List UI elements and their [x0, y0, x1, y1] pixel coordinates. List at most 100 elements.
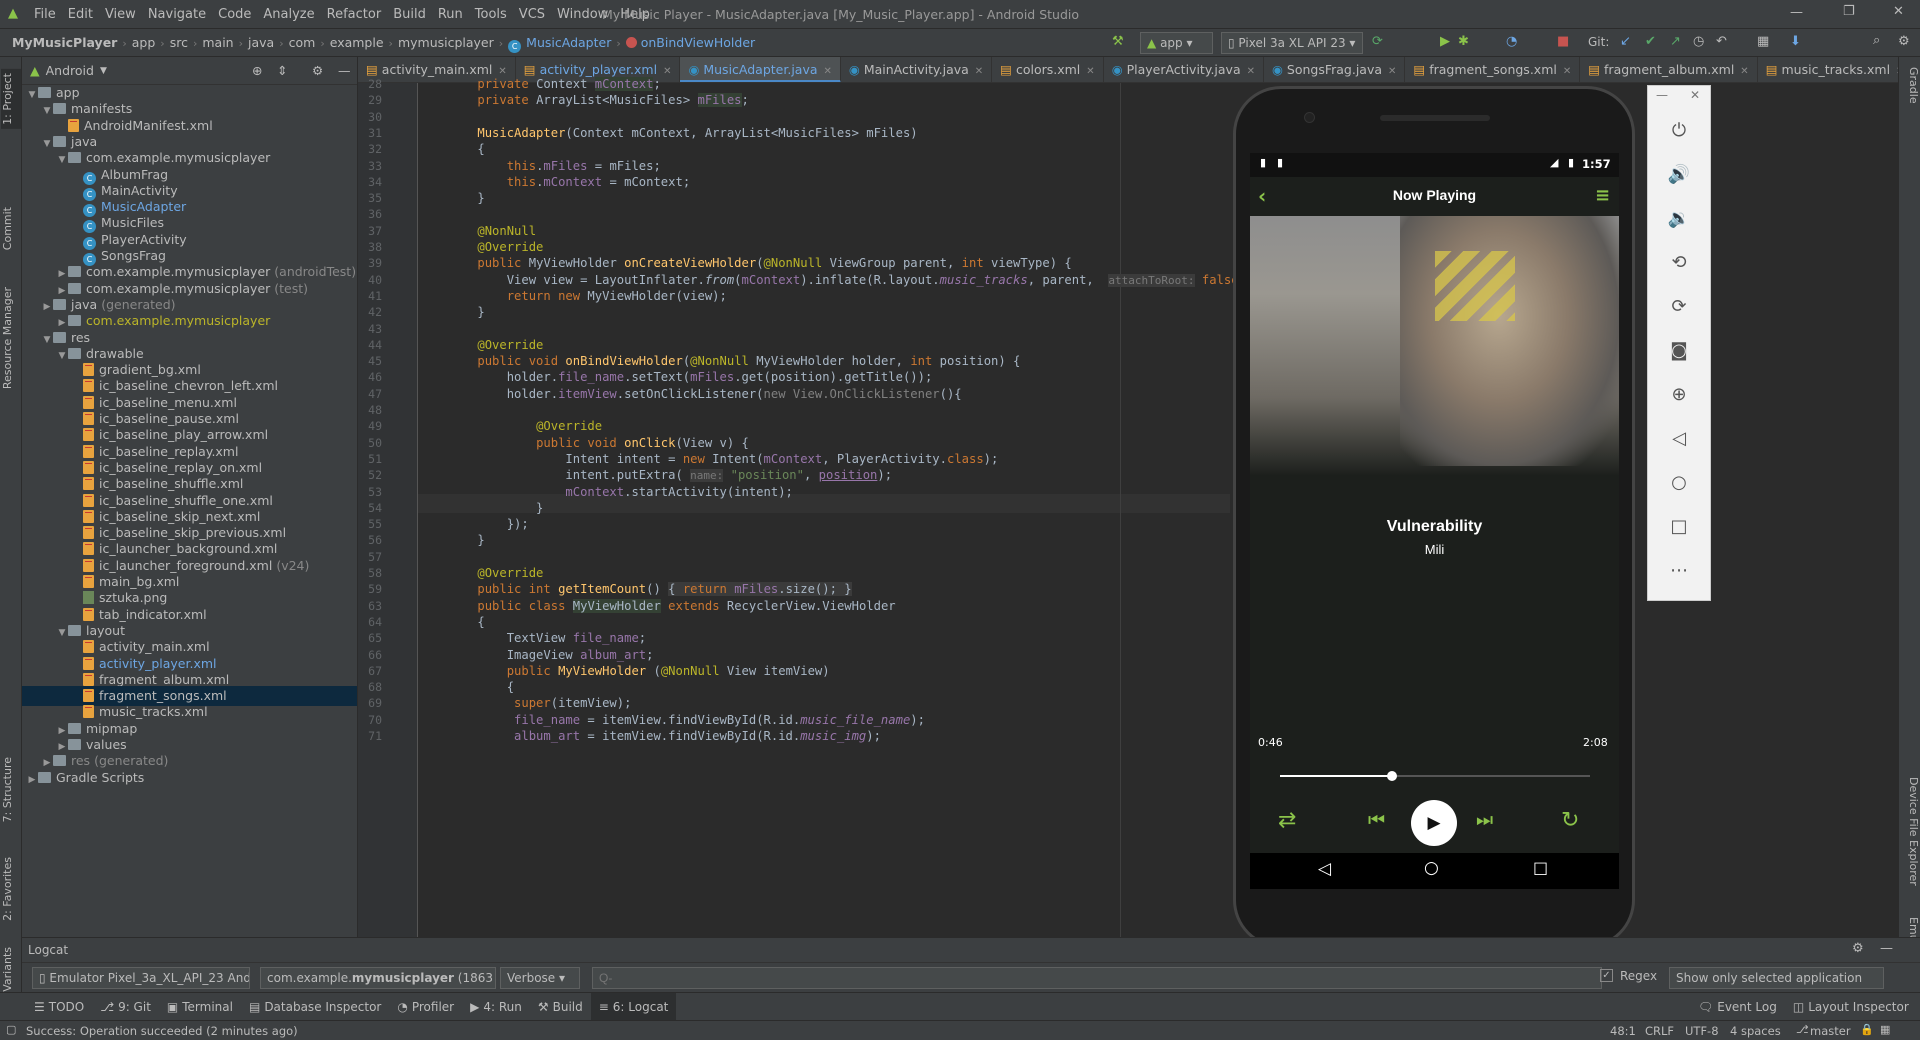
settings-gear-icon[interactable]: ⚙	[1898, 34, 1910, 49]
git-push-icon[interactable]: ↗	[1670, 34, 1681, 49]
bottom-tab[interactable]: ≡ 6: Logcat	[590, 993, 677, 1021]
close-tab-icon[interactable]: ✕	[1740, 66, 1748, 77]
tab-structure[interactable]: 7: Structure	[1, 757, 21, 822]
device-dropdown[interactable]: ▯ Pixel 3a XL API 23 ▾	[1221, 32, 1363, 54]
collapse-all-icon[interactable]: ⇕	[277, 63, 287, 78]
bottom-tab[interactable]: ◫ Layout Inspector	[1785, 993, 1917, 1021]
project-view-mode[interactable]: Android	[46, 63, 94, 78]
logcat-filter-dropdown[interactable]: Show only selected application	[1669, 967, 1884, 989]
bottom-tab[interactable]: ◔ Profiler	[389, 993, 462, 1021]
stop-icon[interactable]: ■	[1557, 34, 1569, 49]
editor-tab[interactable]: ▤ music_tracks.xml✕	[1758, 57, 1914, 82]
sidebar-close-icon[interactable]: ✕	[1690, 88, 1700, 102]
indent-setting[interactable]: 4 spaces	[1730, 1024, 1781, 1038]
sidebar-back-icon[interactable]: ◁	[1666, 426, 1692, 452]
more-options-icon[interactable]: ⋯	[1666, 558, 1692, 584]
rollback-icon[interactable]: ↶	[1716, 34, 1727, 49]
breadcrumb-item[interactable]: src	[170, 29, 188, 57]
logcat-process-dropdown[interactable]: com.example.mymusicplayer (1863	[260, 967, 496, 989]
close-window-button[interactable]: ✕	[1893, 4, 1904, 19]
tree-item[interactable]: ▶ Gradle Scripts	[26, 768, 145, 788]
logcat-device-dropdown[interactable]: ▯ Emulator Pixel_3a_XL_API_23 And ▾	[32, 967, 250, 989]
menu-code[interactable]: Code	[212, 0, 257, 29]
rotate-left-icon[interactable]: ⟲	[1666, 250, 1692, 276]
menu-build[interactable]: Build	[387, 0, 432, 29]
tab-project[interactable]: 1: Project	[1, 69, 21, 129]
editor-tab[interactable]: ▤ fragment_songs.xml ✕	[1405, 57, 1581, 82]
git-commit-icon[interactable]: ✔	[1645, 34, 1656, 49]
editor-tab[interactable]: ▤ colors.xml ✕	[992, 57, 1104, 82]
view-mode-chevron-icon[interactable]: ▼	[100, 66, 107, 76]
tree-toggle-icon[interactable]: ▼	[41, 330, 53, 350]
logcat-search-input[interactable]	[592, 967, 1602, 989]
tab-favorites[interactable]: 2: Favorites	[1, 857, 21, 921]
volume-up-icon[interactable]: 🔊	[1666, 162, 1692, 188]
menu-analyze[interactable]: Analyze	[257, 0, 320, 29]
power-icon[interactable]: ⏻	[1666, 118, 1692, 144]
bottom-tab[interactable]: ⎇ 9: Git	[92, 993, 159, 1021]
bottom-tab[interactable]: 🗨 Event Log	[1690, 993, 1785, 1021]
play-button[interactable]: ▶	[1411, 800, 1457, 846]
history-icon[interactable]: ◷	[1693, 34, 1704, 49]
editor-tab[interactable]: ◉ PlayerActivity.java ✕	[1104, 57, 1264, 82]
screenshot-camera-icon[interactable]: ◙	[1666, 338, 1692, 364]
run-config-dropdown[interactable]: ▲ app ▾	[1140, 32, 1213, 54]
sdk-manager-icon[interactable]: ⬇	[1790, 34, 1801, 49]
menu-refactor[interactable]: Refactor	[321, 0, 388, 29]
menu-vcs[interactable]: VCS	[513, 0, 551, 29]
project-structure-icon[interactable]: ▦	[1757, 34, 1769, 49]
locate-icon[interactable]: ⊕	[252, 63, 262, 78]
close-tab-icon[interactable]: ✕	[1388, 66, 1396, 77]
search-everywhere-icon[interactable]: ⌕	[1873, 33, 1880, 48]
sidebar-minimize-icon[interactable]: —	[1656, 88, 1668, 102]
breadcrumb-item[interactable]: com	[289, 29, 316, 57]
editor-tab[interactable]: ◉ MainActivity.java ✕	[841, 57, 993, 82]
menu-navigate[interactable]: Navigate	[142, 0, 212, 29]
editor-tab[interactable]: ◉ SongsFrag.java ✕	[1264, 57, 1406, 82]
tree-toggle-icon[interactable]: ▼	[56, 623, 68, 643]
menu-run[interactable]: Run	[432, 0, 469, 29]
editor-tab[interactable]: ◉ MusicAdapter.java ✕	[680, 57, 841, 82]
cursor-position[interactable]: 48:1	[1610, 1024, 1636, 1038]
seek-bar[interactable]	[1280, 771, 1590, 781]
replay-icon[interactable]: ↻	[1561, 808, 1579, 833]
tree-toggle-icon[interactable]: ▼	[41, 101, 53, 121]
bottom-tab[interactable]: ☰ TODO	[26, 993, 92, 1021]
sidebar-home-icon[interactable]: ○	[1666, 470, 1692, 496]
close-tab-icon[interactable]: ✕	[975, 66, 983, 77]
skip-previous-icon[interactable]: ⏮	[1368, 809, 1385, 831]
git-branch[interactable]: master	[1810, 1024, 1851, 1038]
hammer-icon[interactable]: ⚒	[1112, 34, 1124, 49]
file-encoding[interactable]: UTF-8	[1685, 1024, 1719, 1038]
profile-icon[interactable]: ◔	[1506, 34, 1517, 49]
close-tab-icon[interactable]: ✕	[824, 66, 832, 77]
breadcrumb-item[interactable]: onBindViewHolder	[641, 29, 755, 57]
nav-recents-icon[interactable]: □	[1533, 858, 1548, 877]
editor-tab[interactable]: ▤ fragment_album.xml ✕	[1580, 57, 1758, 82]
memory-indicator-icon[interactable]: ▦	[1880, 1023, 1890, 1036]
menu-view[interactable]: View	[99, 0, 142, 29]
breadcrumb-item[interactable]: mymusicplayer	[398, 29, 494, 57]
restore-button[interactable]: ❐	[1843, 4, 1855, 19]
debug-icon[interactable]: ✱	[1458, 34, 1469, 49]
nav-home-icon[interactable]: ○	[1424, 858, 1439, 878]
phone-screen[interactable]: ▮ ▮ ◢ ▮ 1:57 ‹ Now Playing ≡ Vulnerabili…	[1250, 153, 1619, 853]
skip-next-icon[interactable]: ⏭	[1476, 809, 1493, 831]
hide-panel-icon[interactable]: —	[338, 63, 351, 78]
tree-toggle-icon[interactable]: ▼	[56, 346, 68, 366]
rotate-right-icon[interactable]: ⟳	[1666, 294, 1692, 320]
tab-gradle[interactable]: Gradle	[1900, 67, 1920, 104]
nav-back-icon[interactable]: ◁	[1318, 859, 1331, 879]
tree-toggle-icon[interactable]: ▼	[56, 150, 68, 170]
zoom-icon[interactable]: ⊕	[1666, 382, 1692, 408]
bottom-tab[interactable]: ▶ 4: Run	[462, 993, 530, 1021]
panel-settings-icon[interactable]: ⚙	[312, 63, 323, 78]
breadcrumb-item[interactable]: MyMusicPlayer	[12, 29, 117, 57]
close-tab-icon[interactable]: ✕	[1086, 66, 1094, 77]
close-tab-icon[interactable]: ✕	[498, 66, 506, 77]
menu-file[interactable]: File	[28, 0, 62, 29]
breadcrumb-item[interactable]: main	[202, 29, 233, 57]
close-tab-icon[interactable]: ✕	[1247, 66, 1255, 77]
hamburger-menu-icon[interactable]: ≡	[1595, 185, 1610, 206]
repeat-icon[interactable]: ⇄	[1278, 808, 1296, 833]
